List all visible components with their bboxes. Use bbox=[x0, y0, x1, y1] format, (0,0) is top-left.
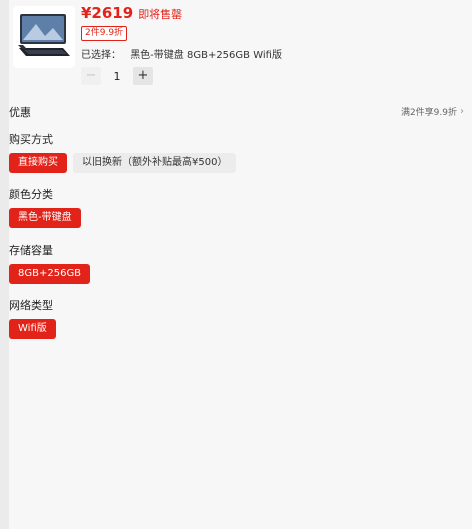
color-section: 颜色分类 黑色-带键盘 bbox=[9, 186, 472, 232]
presale-status: 即将售罄 bbox=[138, 8, 183, 21]
discount-label: 优惠 bbox=[9, 106, 31, 119]
sku-panel: ¥2619 即将售罄 2件9.9折 已选择： 黑色-带键盘 8GB+256GB … bbox=[0, 0, 472, 529]
tablet-with-keyboard-icon bbox=[18, 14, 70, 56]
selected-summary: 已选择： 黑色-带键盘 8GB+256GB Wifi版 bbox=[81, 46, 288, 61]
network-label: 网络类型 bbox=[9, 299, 53, 312]
option-8gb-256gb[interactable]: 8GB+256GB bbox=[9, 264, 91, 284]
left-edge bbox=[0, 0, 9, 529]
selected-value: 黑色-带键盘 8GB+256GB Wifi版 bbox=[130, 50, 282, 61]
product-thumbnail[interactable] bbox=[13, 6, 75, 68]
option-black-keyboard[interactable]: 黑色-带键盘 bbox=[9, 208, 81, 228]
discount-info[interactable]: 满2件享9.9折 › bbox=[401, 105, 464, 118]
network-section: 网络类型 Wifi版 bbox=[9, 297, 472, 343]
product-header: ¥2619 即将售罄 2件9.9折 已选择： 黑色-带键盘 8GB+256GB … bbox=[9, 0, 472, 96]
price: ¥2619 bbox=[81, 4, 134, 22]
chevron-right-icon: › bbox=[460, 106, 464, 117]
increase-quantity-button[interactable]: + bbox=[133, 67, 153, 85]
purchase-method-section: 购买方式 直接购买 以旧换新（额外补贴最高¥500） bbox=[9, 131, 472, 177]
option-direct-buy[interactable]: 直接购买 bbox=[9, 153, 67, 173]
promo-tag: 2件9.9折 bbox=[81, 26, 128, 41]
quantity-value[interactable]: 1 bbox=[101, 70, 133, 83]
selected-label: 已选择： bbox=[81, 50, 121, 61]
storage-options: 8GB+256GB bbox=[9, 264, 96, 284]
purchase-method-label: 购买方式 bbox=[9, 133, 53, 146]
discount-value: 满2件享9.9折 bbox=[400, 108, 457, 118]
price-row: ¥2619 即将售罄 bbox=[81, 4, 182, 22]
network-options: Wifi版 bbox=[9, 319, 62, 339]
discount-row[interactable]: 优惠 满2件享9.9折 › bbox=[9, 103, 472, 121]
storage-label: 存储容量 bbox=[9, 244, 53, 257]
purchase-method-options: 直接购买 以旧换新（额外补贴最高¥500） bbox=[9, 153, 242, 173]
color-label: 颜色分类 bbox=[9, 188, 53, 201]
color-options: 黑色-带键盘 bbox=[9, 208, 87, 228]
quantity-stepper: − 1 + bbox=[81, 67, 153, 85]
option-wifi[interactable]: Wifi版 bbox=[9, 319, 56, 339]
decrease-quantity-button[interactable]: − bbox=[81, 67, 101, 85]
option-trade-in[interactable]: 以旧换新（额外补贴最高¥500） bbox=[73, 153, 237, 173]
storage-section: 存储容量 8GB+256GB bbox=[9, 242, 472, 288]
